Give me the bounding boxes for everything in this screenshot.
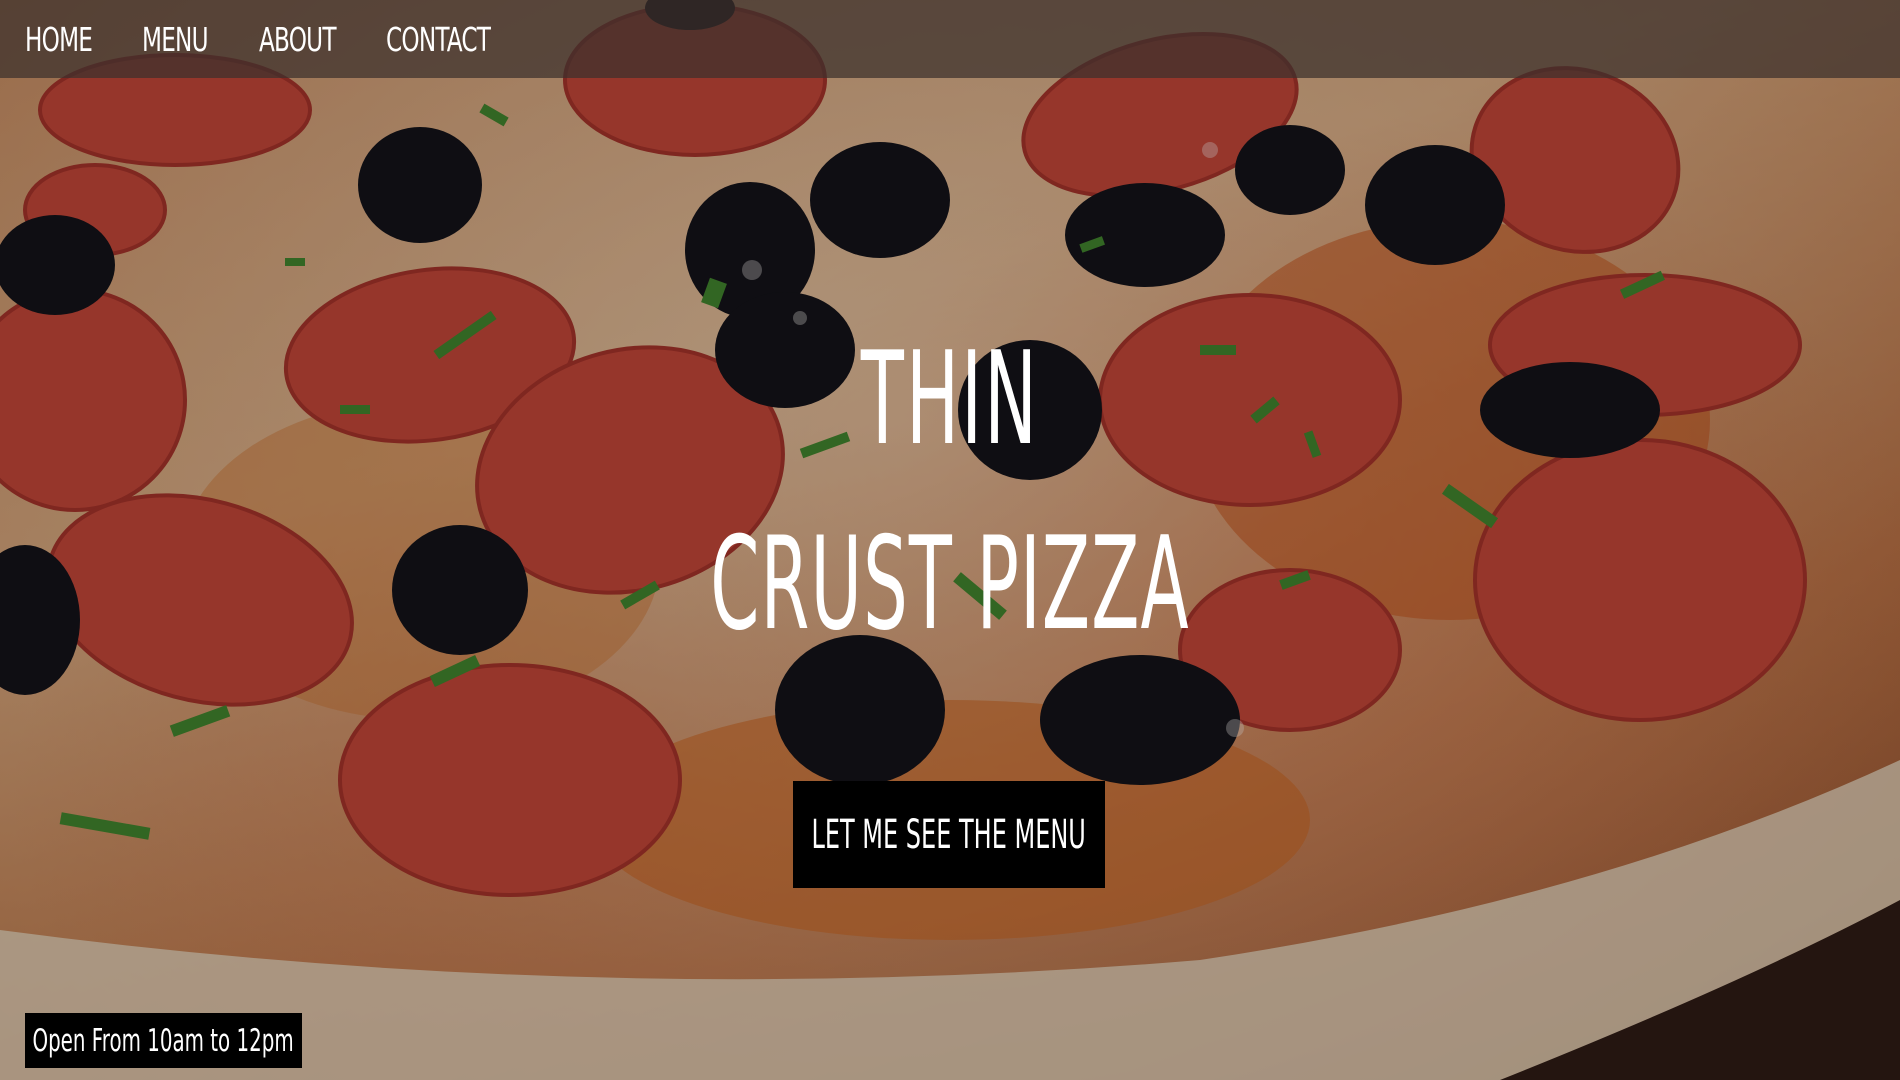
hero-title-line-1: THIN: [0, 325, 1900, 474]
opening-hours-badge: Open From 10am to 12pm: [25, 1013, 302, 1068]
nav-link-home[interactable]: HOME: [25, 20, 93, 59]
nav-link-about[interactable]: ABOUT: [259, 20, 336, 59]
hero-section: HOME MENU ABOUT CONTACT THIN CRUST PIZZA…: [0, 0, 1900, 1080]
hero-title-line-2: CRUST PIZZA: [0, 510, 1900, 659]
nav-link-contact[interactable]: CONTACT: [386, 20, 491, 59]
see-menu-button[interactable]: LET ME SEE THE MENU: [793, 781, 1105, 888]
see-menu-button-label: LET ME SEE THE MENU: [811, 811, 1087, 858]
top-navigation-bar: HOME MENU ABOUT CONTACT: [0, 0, 1900, 78]
hero-title-line-1-text: THIN: [860, 325, 1040, 474]
opening-hours-text: Open From 10am to 12pm: [32, 1022, 295, 1059]
nav-link-menu[interactable]: MENU: [142, 20, 209, 59]
hero-title-line-2-text: CRUST PIZZA: [710, 510, 1190, 659]
